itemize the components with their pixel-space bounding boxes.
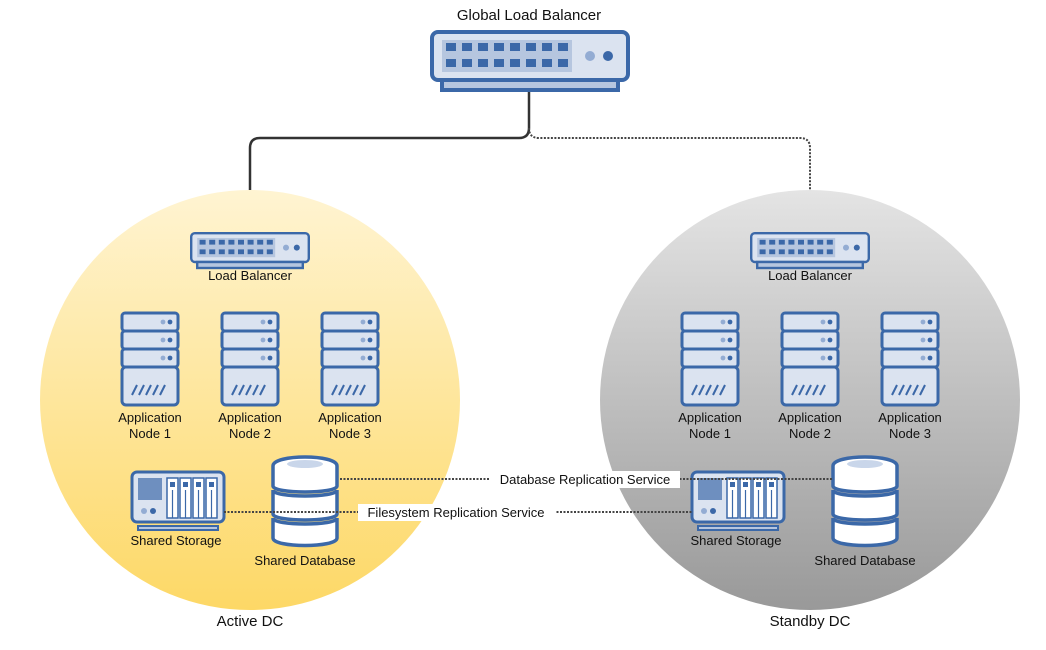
- active-app-node-2-server-icon[interactable]: [220, 311, 280, 407]
- standby-app-node-1-server-icon[interactable]: [680, 311, 740, 407]
- active-app-node-1-server-icon[interactable]: [120, 311, 180, 407]
- standby-shared-storage-label: Shared Storage: [690, 533, 781, 548]
- standby-shared-storage-icon[interactable]: [690, 470, 786, 532]
- architecture-diagram: Global Load Balancer Load Balancer Appli…: [40, 7, 1020, 630]
- standby-app-node-3-sublabel: Node 3: [889, 426, 931, 441]
- active-app-node-3-server-icon[interactable]: [320, 311, 380, 407]
- standby-app-node-1-sublabel: Node 1: [689, 426, 731, 441]
- active-app-node-1-label: Application: [118, 410, 182, 425]
- active-load-balancer-switch-icon[interactable]: [189, 231, 311, 270]
- standby-load-balancer-switch-icon[interactable]: [750, 231, 870, 270]
- active-dc-label: Active DC: [217, 613, 284, 630]
- fs-replication-label: Filesystem Replication Service: [367, 505, 544, 520]
- global-load-balancer-switch-icon[interactable]: [430, 30, 630, 92]
- standby-app-node-1-label: Application: [678, 410, 742, 425]
- active-app-node-3-sublabel: Node 3: [329, 426, 371, 441]
- standby-load-balancer-label: Load Balancer: [768, 268, 853, 283]
- db-replication-label: Database Replication Service: [500, 472, 671, 487]
- active-shared-storage-icon[interactable]: [130, 470, 226, 532]
- active-shared-storage-label: Shared Storage: [130, 533, 221, 548]
- active-shared-database-label: Shared Database: [254, 553, 355, 568]
- active-app-node-3-label: Application: [318, 410, 382, 425]
- standby-app-node-3-label: Application: [878, 410, 942, 425]
- active-load-balancer-label: Load Balancer: [208, 268, 293, 283]
- global-load-balancer-label: Global Load Balancer: [457, 7, 601, 24]
- standby-app-node-2-server-icon[interactable]: [780, 311, 840, 407]
- active-app-node-2-sublabel: Node 2: [229, 426, 271, 441]
- standby-dc-label: Standby DC: [770, 613, 851, 630]
- link-to-active-dc: [248, 86, 531, 190]
- standby-shared-database-label: Shared Database: [814, 553, 915, 568]
- link-to-standby-dc: [528, 127, 811, 190]
- standby-app-node-2-label: Application: [778, 410, 842, 425]
- standby-app-node-3-server-icon[interactable]: [880, 311, 940, 407]
- active-shared-database-icon[interactable]: [271, 455, 339, 548]
- standby-app-node-2-sublabel: Node 2: [789, 426, 831, 441]
- standby-shared-database-icon[interactable]: [831, 455, 899, 548]
- active-app-node-1-sublabel: Node 1: [129, 426, 171, 441]
- active-app-node-2-label: Application: [218, 410, 282, 425]
